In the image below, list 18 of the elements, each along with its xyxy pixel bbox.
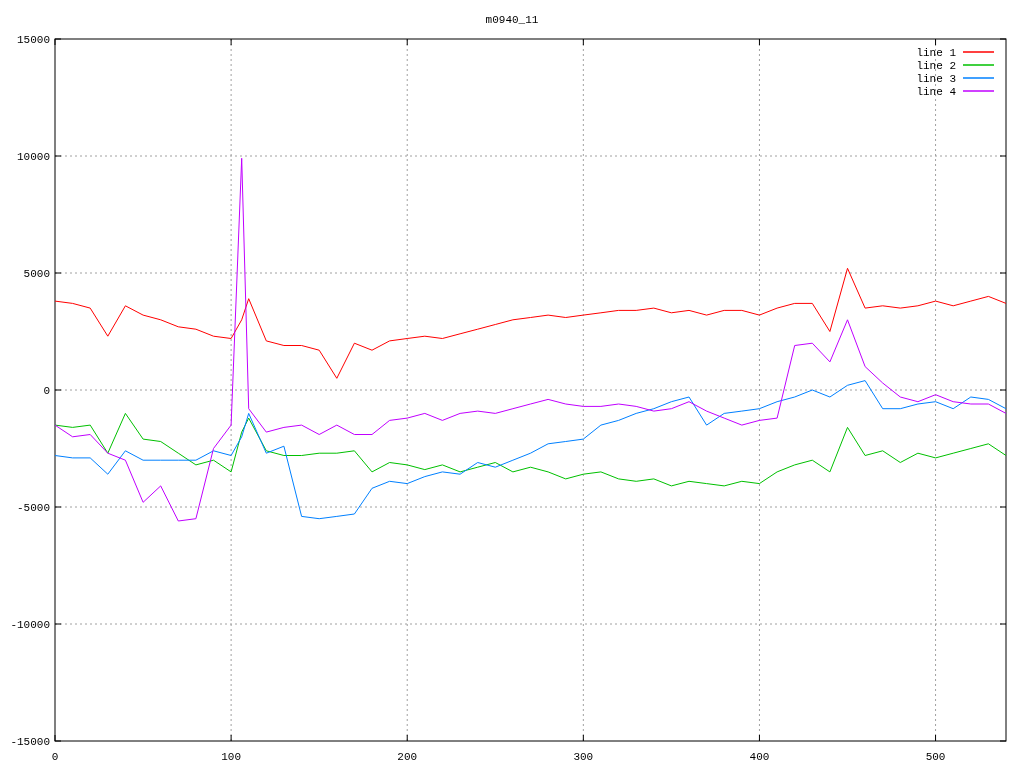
axis-tick-label: -10000 [10,619,50,631]
axis-tick-label: 100 [221,751,241,763]
axis-tick-label: 500 [925,751,946,763]
axis-tick-label: 10000 [17,151,50,163]
legend-label: line 1 [916,47,956,59]
axis-tick-label: 0 [43,385,50,397]
axis-tick-label: -5000 [17,502,50,514]
axis-tick-label: 400 [749,751,770,763]
axis-tick-label: -15000 [10,736,50,748]
axis-tick-label: 300 [573,751,594,763]
legend-label: line 3 [916,73,956,85]
legend-label: line 4 [916,86,956,98]
chart-title: m0940_11 [485,14,539,26]
axis-tick-label: 15000 [17,34,50,46]
axis-tick-label: 0 [51,751,59,763]
legend-label: line 2 [916,60,956,72]
axis-tick-label: 5000 [23,268,50,280]
axis-tick-label: 200 [397,751,418,763]
